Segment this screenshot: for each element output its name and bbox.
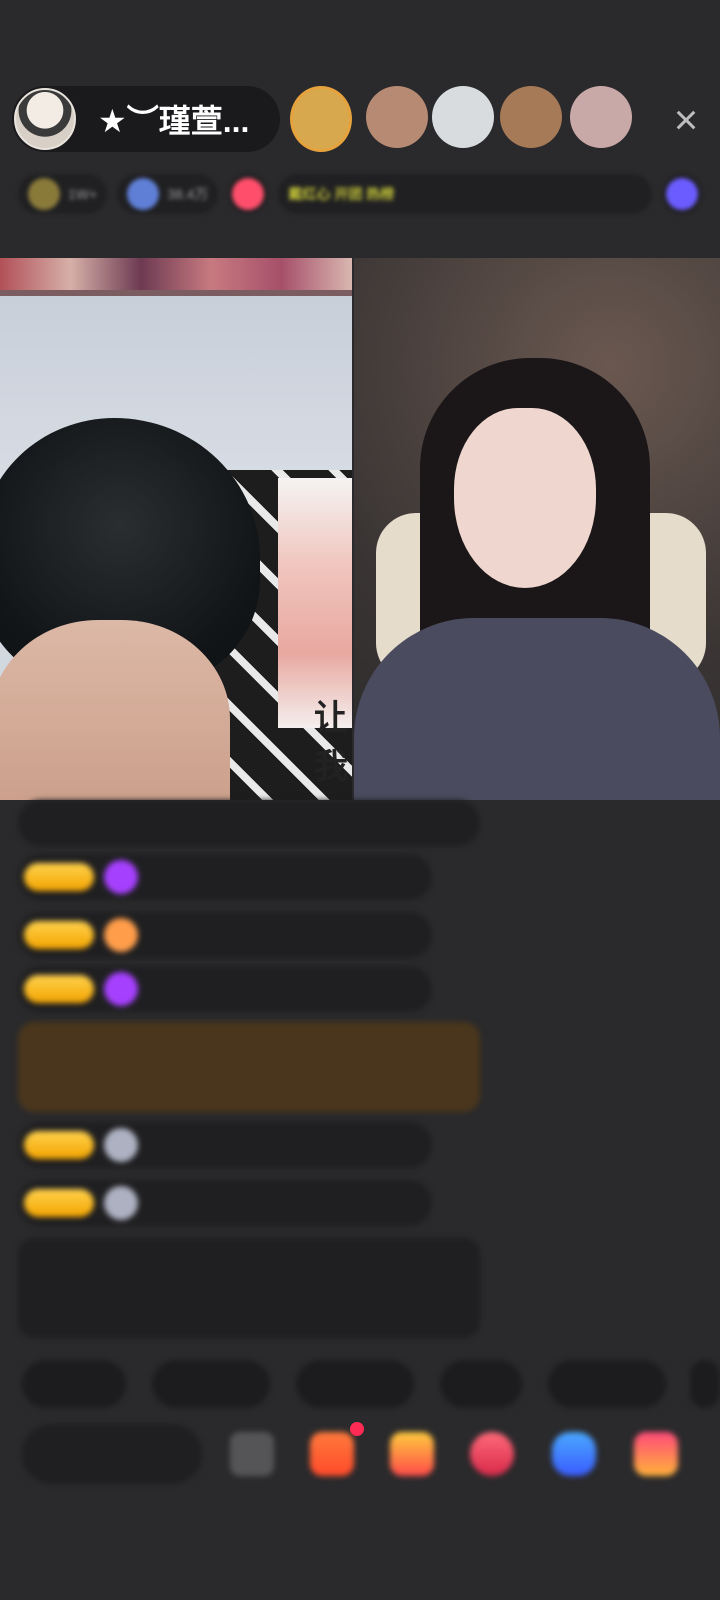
wall-painting bbox=[0, 258, 352, 296]
badge-text: 1W+ bbox=[68, 186, 98, 202]
top-viewer-avatar[interactable] bbox=[500, 86, 562, 148]
chat-message[interactable] bbox=[18, 1122, 432, 1168]
emoji-icon[interactable] bbox=[230, 1432, 274, 1476]
level-badge bbox=[24, 863, 94, 891]
quick-reply-chip[interactable] bbox=[296, 1360, 414, 1408]
game-icon[interactable] bbox=[552, 1432, 596, 1476]
room-badge-row: 1W+ 38.4万 戴红心 开团 热榜 bbox=[18, 170, 702, 218]
top-viewer-avatar[interactable] bbox=[570, 86, 632, 148]
badge-text: 38.4万 bbox=[167, 186, 209, 202]
video-feed-left[interactable]: 让我 bbox=[0, 258, 352, 800]
system-notice bbox=[18, 1238, 480, 1338]
quick-reply-chip[interactable] bbox=[548, 1360, 666, 1408]
chat-input[interactable] bbox=[22, 1424, 202, 1484]
diamond-icon bbox=[104, 972, 138, 1006]
host-name: ★︶瑾萱... bbox=[98, 103, 250, 139]
wallet-icon[interactable] bbox=[390, 1432, 434, 1476]
top-viewer-avatar[interactable] bbox=[366, 86, 428, 148]
badge-icon bbox=[28, 178, 60, 210]
fan-badge-icon bbox=[104, 918, 138, 952]
heart-gift-icon[interactable] bbox=[470, 1432, 514, 1476]
chat-message[interactable] bbox=[18, 1180, 432, 1226]
level-badge bbox=[24, 921, 94, 949]
highlighted-chat-message[interactable] bbox=[18, 1022, 480, 1112]
close-icon[interactable]: × bbox=[664, 98, 708, 142]
level-badge bbox=[24, 1189, 94, 1217]
quick-reply-chip[interactable] bbox=[22, 1360, 126, 1408]
level-badge bbox=[24, 1131, 94, 1159]
quick-reply-chip[interactable] bbox=[440, 1360, 522, 1408]
notification-dot bbox=[350, 1422, 364, 1436]
quick-reply-chip[interactable] bbox=[690, 1360, 720, 1408]
badge-chip[interactable]: 戴红心 开团 热榜 bbox=[278, 174, 652, 214]
chat-message[interactable] bbox=[18, 966, 432, 1012]
badge-icon bbox=[232, 178, 265, 210]
badge-text: 戴红心 开团 热榜 bbox=[288, 186, 395, 202]
poster-text: 让我 bbox=[314, 699, 348, 786]
host-avatar[interactable] bbox=[14, 88, 76, 150]
level-badge bbox=[24, 975, 94, 1003]
chat-message[interactable] bbox=[18, 912, 432, 958]
body bbox=[354, 618, 720, 800]
top-viewer-avatar[interactable] bbox=[432, 86, 494, 148]
host-info-pill[interactable]: ★︶瑾萱... bbox=[12, 86, 280, 152]
fan-badge-icon bbox=[104, 1186, 138, 1220]
top-viewer-avatar[interactable] bbox=[290, 86, 352, 152]
badge-chip[interactable] bbox=[662, 174, 702, 214]
fan-badge-icon bbox=[104, 1128, 138, 1162]
chat-message[interactable] bbox=[18, 800, 480, 846]
badge-chip[interactable]: 38.4万 bbox=[117, 174, 219, 214]
video-feed-right[interactable] bbox=[354, 258, 720, 800]
more-gift-icon[interactable] bbox=[634, 1432, 678, 1476]
badge-chip[interactable]: 1W+ bbox=[18, 174, 108, 214]
badge-icon bbox=[666, 178, 698, 210]
gift-box-icon[interactable] bbox=[310, 1432, 354, 1476]
badge-chip[interactable] bbox=[228, 174, 269, 214]
chat-message[interactable] bbox=[18, 854, 432, 900]
badge-icon bbox=[127, 178, 160, 210]
quick-reply-chip[interactable] bbox=[152, 1360, 270, 1408]
face bbox=[454, 408, 596, 588]
diamond-icon bbox=[104, 860, 138, 894]
face bbox=[0, 620, 230, 800]
